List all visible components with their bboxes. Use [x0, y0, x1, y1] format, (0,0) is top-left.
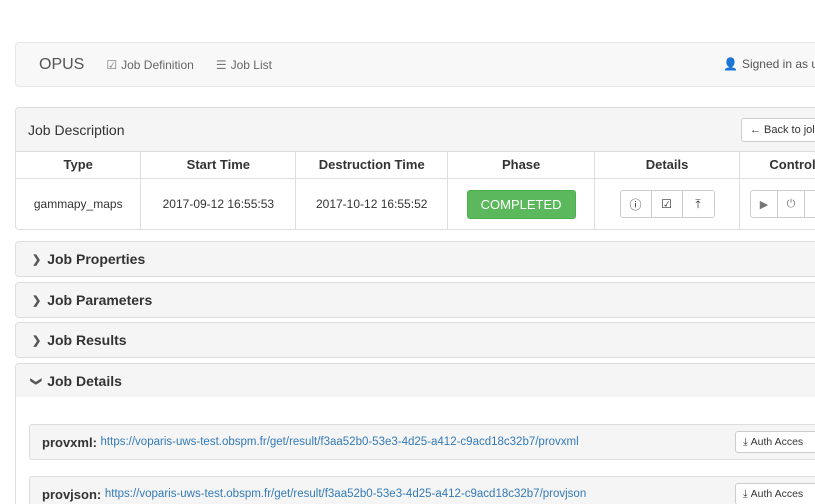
- section-job-parameters[interactable]: ❯ Job Parameters: [15, 282, 815, 318]
- auth-access-label: Auth Acces: [750, 436, 804, 448]
- download-icon: ⤓: [743, 435, 748, 448]
- result-link[interactable]: https://voparis-uws-test.obspm.fr/get/re…: [105, 488, 586, 500]
- delete-icon[interactable]: [805, 191, 815, 217]
- details-button-group: ⓘ ☑ ⤒: [619, 190, 715, 219]
- result-row-provxml: provxml: https://voparis-uws-test.obspm.…: [29, 424, 815, 460]
- signed-in-status[interactable]: 👤 Signed in as u: [723, 57, 815, 71]
- power-icon[interactable]: ⏻: [778, 191, 805, 218]
- section-job-details[interactable]: ❯ Job Details: [15, 363, 815, 399]
- column-header-destruction-time: Destruction Time: [295, 152, 449, 179]
- destruction-time-cell: 2017-10-12 16:55:52: [295, 178, 449, 229]
- section-job-properties-label: Job Properties: [47, 251, 146, 267]
- play-icon[interactable]: ▶: [751, 191, 778, 218]
- phase-cell: COMPLETED: [447, 178, 596, 229]
- result-name: provxml: [42, 434, 93, 450]
- job-description-title: Job Description: [28, 121, 125, 138]
- control-cell: ▶ ⏻: [739, 178, 815, 229]
- arrow-left-icon: ←: [750, 124, 761, 136]
- job-description-heading: Job Description ← Back to jol: [16, 108, 815, 152]
- auth-access-label: Auth Acces: [750, 488, 804, 500]
- result-separator: :: [96, 486, 105, 502]
- job-type-cell: gammapy_maps: [16, 178, 142, 229]
- chevron-right-icon: ❯: [32, 334, 42, 347]
- nav-job-list-label: Job List: [230, 57, 272, 72]
- job-description-panel: Job Description ← Back to jol Type Start…: [15, 107, 815, 230]
- download-icon: ⤓: [743, 487, 748, 500]
- chevron-down-icon: ❯: [30, 376, 43, 386]
- result-name: provjson: [42, 486, 97, 502]
- info-icon[interactable]: ⓘ: [620, 191, 652, 218]
- section-job-results[interactable]: ❯ Job Results: [15, 322, 815, 358]
- details-cell: ⓘ ☑ ⤒: [594, 178, 740, 229]
- list-icon: ☰: [215, 57, 227, 72]
- table-header-row: Type Start Time Destruction Time Phase D…: [16, 152, 815, 179]
- section-job-properties[interactable]: ❯ Job Properties: [15, 241, 815, 277]
- section-job-parameters-label: Job Parameters: [47, 292, 153, 308]
- column-header-phase: Phase: [447, 152, 596, 179]
- signed-in-label: Signed in as u: [741, 57, 815, 71]
- edit-icon: ☑: [106, 57, 118, 72]
- top-navbar: OPUS ☑ Job Definition ☰ Job List 👤 Signe…: [15, 42, 815, 87]
- auth-access-button[interactable]: ⤓ Auth Acces: [735, 431, 815, 453]
- user-icon: 👤: [723, 57, 738, 71]
- result-separator: :: [92, 434, 101, 450]
- nav-job-definition[interactable]: ☑ Job Definition: [106, 58, 193, 72]
- nav-job-list[interactable]: ☰ Job List: [216, 58, 272, 72]
- auth-access-button[interactable]: ⤓ Auth Acces: [735, 483, 815, 504]
- chevron-right-icon: ❯: [32, 294, 42, 307]
- start-time-cell: 2017-09-12 16:55:53: [140, 178, 297, 229]
- column-header-details: Details: [594, 152, 740, 179]
- back-to-job-list-button[interactable]: ← Back to jol: [741, 118, 815, 142]
- result-row-provjson: provjson: https://voparis-uws-test.obspm…: [29, 476, 815, 504]
- back-button-label: Back to jol: [764, 124, 815, 136]
- column-header-start-time: Start Time: [140, 152, 297, 179]
- section-job-results-label: Job Results: [47, 332, 127, 348]
- section-job-details-label: Job Details: [47, 373, 122, 389]
- brand-logo[interactable]: OPUS: [39, 56, 84, 74]
- upload-icon[interactable]: ⤒: [682, 191, 714, 218]
- nav-job-definition-label: Job Definition: [121, 57, 194, 72]
- result-link[interactable]: https://voparis-uws-test.obspm.fr/get/re…: [101, 436, 579, 448]
- edit-icon[interactable]: ☑: [651, 191, 683, 218]
- control-button-group: ▶ ⏻: [750, 190, 815, 219]
- phase-badge: COMPLETED: [466, 189, 576, 219]
- chevron-right-icon: ❯: [32, 253, 42, 266]
- job-table: Type Start Time Destruction Time Phase D…: [16, 152, 815, 229]
- column-header-type: Type: [16, 152, 142, 179]
- column-header-control: Control: [739, 152, 815, 179]
- table-row: gammapy_maps 2017-09-12 16:55:53 2017-10…: [16, 178, 815, 229]
